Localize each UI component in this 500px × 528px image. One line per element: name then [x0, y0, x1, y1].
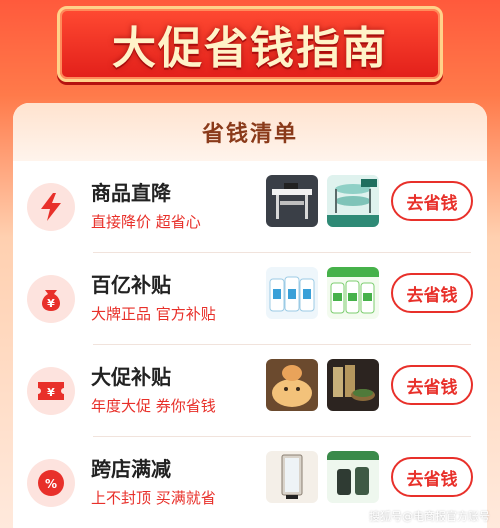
product-thumbnail-detergent[interactable] [266, 267, 318, 319]
row-subtitle: 直接降价 超省心 [91, 213, 201, 231]
row-subtitle: 大牌正品 官方补贴 [91, 305, 216, 323]
list-item-ten-billion-subsidy[interactable]: ¥ 百亿补贴 大牌正品 官方补贴 去省钱 [13, 253, 487, 345]
svg-text:%: % [45, 477, 57, 491]
save-money-button[interactable]: 去省钱 [391, 457, 473, 497]
promo-banner: 大促省钱指南 [57, 6, 443, 82]
discount-tag-icon: % [27, 459, 75, 507]
row-title: 商品直降 [91, 181, 171, 205]
product-thumbnail-jar[interactable] [327, 451, 379, 503]
row-title: 大促补贴 [91, 365, 171, 389]
row-subtitle: 年度大促 券你省钱 [91, 397, 216, 415]
banner-title: 大促省钱指南 [112, 23, 388, 74]
money-bag-icon: ¥ [27, 275, 75, 323]
product-thumbnail-desk[interactable] [266, 175, 318, 227]
lightning-icon [27, 183, 75, 231]
save-money-button[interactable]: 去省钱 [391, 181, 473, 221]
product-thumbnail-mirror[interactable] [266, 451, 318, 503]
svg-text:¥: ¥ [47, 297, 55, 310]
product-thumbnail-laundry[interactable] [327, 267, 379, 319]
savings-list-card: 省钱清单 商品直降 直接降价 超省心 去省钱 ¥ 百亿补贴 大牌正品 官方补贴 … [13, 103, 487, 528]
product-thumbnail-tea[interactable] [327, 359, 379, 411]
row-title: 跨店满减 [91, 457, 171, 481]
product-thumbnail-plush[interactable] [266, 359, 318, 411]
save-money-button[interactable]: 去省钱 [391, 365, 473, 405]
coupon-icon: ¥ [27, 367, 75, 415]
svg-text:¥: ¥ [47, 386, 55, 399]
save-money-button[interactable]: 去省钱 [391, 273, 473, 313]
row-title: 百亿补贴 [91, 273, 171, 297]
card-header: 省钱清单 [13, 103, 487, 161]
watermark: 搜狐号@电商报官方账号 [369, 510, 490, 523]
list-item-direct-discount[interactable]: 商品直降 直接降价 超省心 去省钱 [13, 161, 487, 253]
product-thumbnail-shelf[interactable] [327, 175, 379, 227]
row-subtitle: 上不封顶 买满就省 [91, 489, 216, 507]
card-title: 省钱清单 [201, 122, 298, 147]
list-item-promo-subsidy[interactable]: ¥ 大促补贴 年度大促 券你省钱 去省钱 [13, 345, 487, 437]
